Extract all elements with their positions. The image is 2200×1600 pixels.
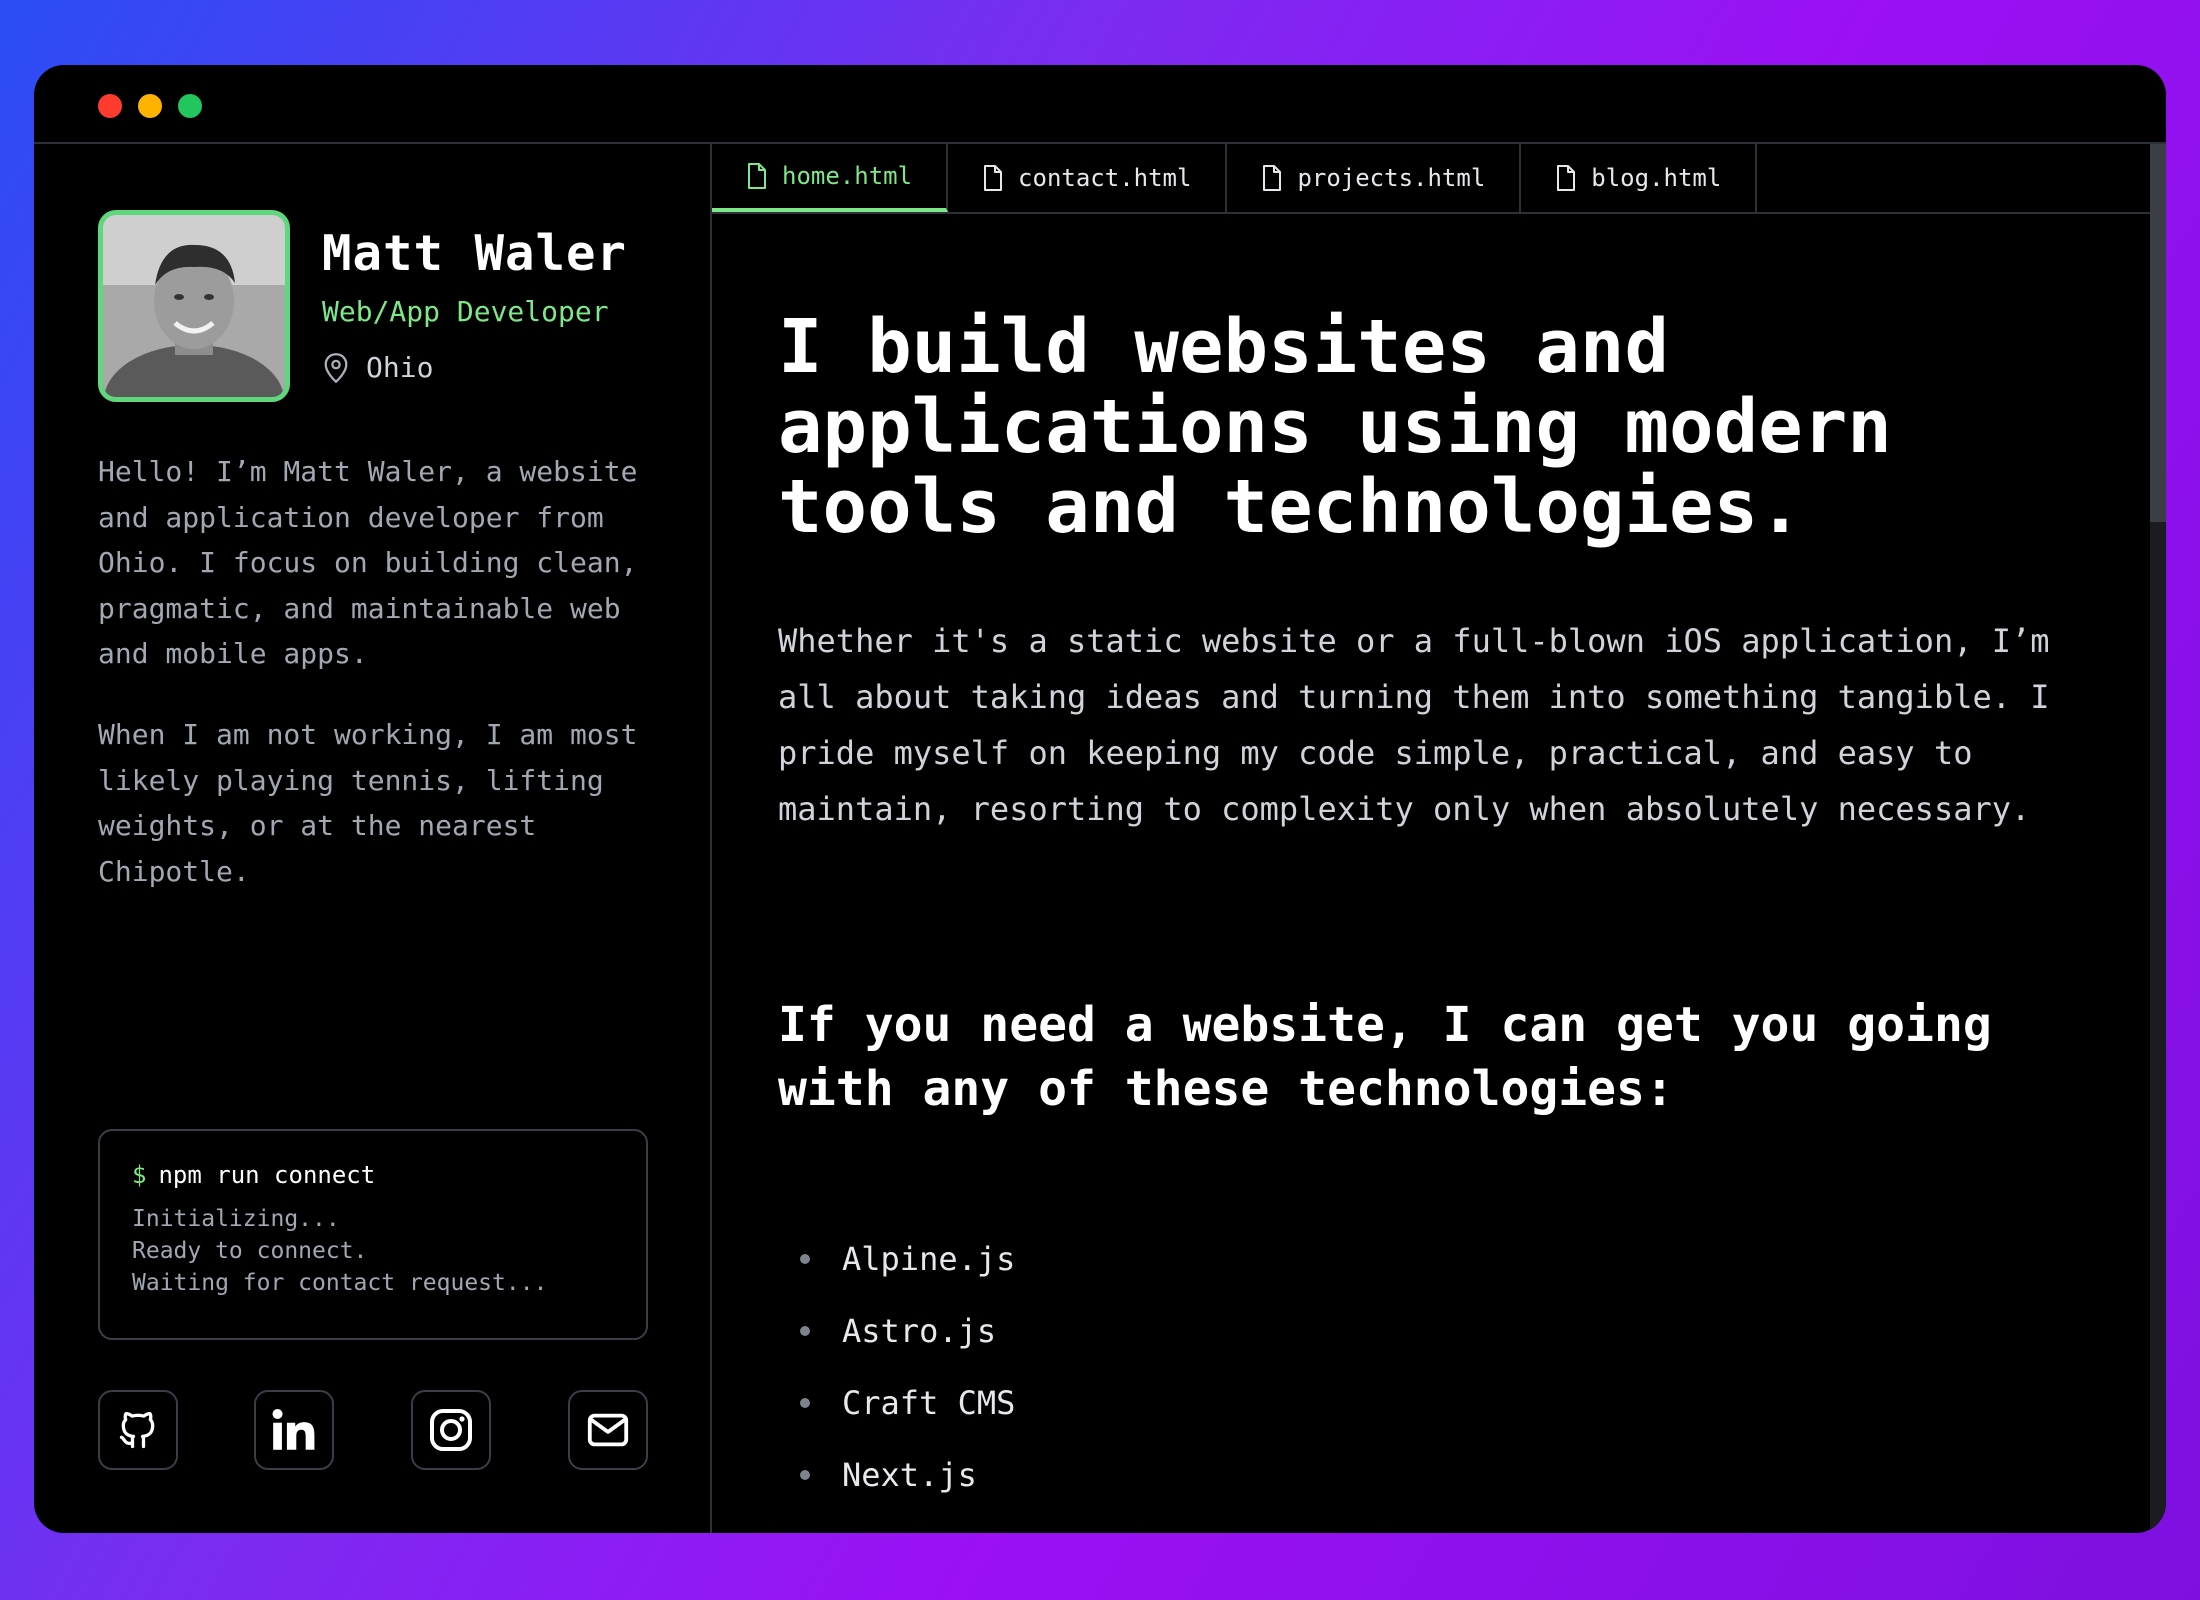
list-item: Statamic (778, 1511, 1015, 1533)
minimize-button[interactable] (138, 94, 162, 118)
avatar-photo (103, 215, 285, 397)
tab-label: projects.html (1297, 164, 1486, 192)
tab-label: contact.html (1018, 164, 1192, 192)
github-icon (119, 1411, 155, 1449)
terminal-output-line: Initializing... (132, 1206, 340, 1232)
file-tabs: home.html contact.html projects.html blo… (712, 144, 2150, 214)
email-button[interactable] (568, 1390, 648, 1470)
title-bar (34, 65, 2166, 144)
bio-paragraph: When I am not working, I am most likely … (98, 718, 638, 888)
tab-label: blog.html (1591, 164, 1722, 192)
list-item: Next.js (778, 1439, 1015, 1511)
close-button[interactable] (98, 94, 122, 118)
linkedin-button[interactable] (254, 1390, 334, 1470)
list-item: Astro.js (778, 1295, 1015, 1367)
terminal-command-line: $ npm run connect (132, 1161, 614, 1189)
instagram-icon (430, 1409, 472, 1451)
headline: I build websites and applications using … (778, 304, 1892, 550)
map-pin-icon (324, 353, 348, 384)
tab-contact[interactable]: contact.html (948, 144, 1228, 212)
profile-role: Web/App Developer (322, 295, 609, 328)
technology-list: Alpine.js Astro.js Craft CMS Next.js Sta… (778, 1223, 1015, 1533)
bio-paragraph: Hello! I’m Matt Waler, a website and app… (98, 455, 638, 670)
github-button[interactable] (98, 1390, 178, 1470)
linkedin-icon (272, 1408, 315, 1450)
profile-location: Ohio (366, 351, 434, 384)
profile-name: Matt Waler (322, 225, 628, 282)
terminal-output-line: Ready to connect. (132, 1238, 368, 1264)
tab-label: home.html (782, 162, 913, 190)
file-icon (1557, 165, 1576, 191)
tab-home[interactable]: home.html (712, 144, 949, 212)
terminal-output-line: Waiting for contact request... (132, 1270, 548, 1296)
maximize-button[interactable] (178, 94, 202, 118)
app-window: Matt Waler Web/App Developer Ohio Hello!… (34, 65, 2166, 1533)
avatar (98, 210, 290, 402)
tab-projects[interactable]: projects.html (1227, 144, 1522, 212)
terminal-command: npm run connect (158, 1161, 376, 1189)
scrollbar-thumb[interactable] (2150, 144, 2166, 522)
file-icon (748, 163, 766, 189)
file-icon (984, 165, 1003, 191)
mail-icon (587, 1413, 629, 1447)
terminal-prompt: $ (132, 1161, 147, 1189)
terminal-box: $ npm run connect Initializing... Ready t… (98, 1129, 648, 1340)
tab-blog[interactable]: blog.html (1521, 144, 1758, 212)
file-icon (1263, 165, 1282, 191)
list-item: Alpine.js (778, 1223, 1015, 1295)
intro-paragraph: Whether it's a static website or a full-… (778, 622, 2050, 828)
technologies-heading: If you need a website, I can get you goi… (778, 997, 1992, 1117)
instagram-button[interactable] (411, 1390, 491, 1470)
list-item: Craft CMS (778, 1367, 1015, 1439)
